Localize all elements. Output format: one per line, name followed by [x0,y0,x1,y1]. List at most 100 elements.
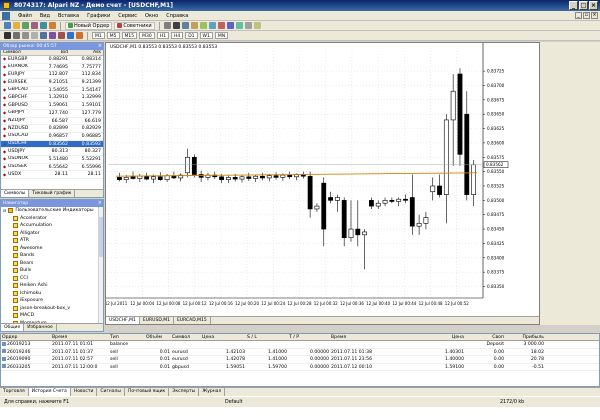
channel-icon[interactable] [49,32,56,39]
candlestick-chart[interactable]: 0.83725 0.83700 0.83675 0.83650 0.83625 0.836… [106,43,539,316]
indicator-item[interactable]: Accelerator [1,215,103,223]
zoom-out-icon[interactable] [199,22,207,29]
chart-shift-icon[interactable] [226,22,234,29]
data-window-icon[interactable] [31,22,38,29]
text-icon[interactable] [67,32,74,39]
timeframe-m1[interactable]: M1 [92,32,105,39]
indicator-item[interactable]: Awesome [1,245,103,253]
column-header[interactable]: Своп [465,334,505,340]
symbol-row[interactable]: ◆ EURJPY 112.807 112.834 [1,71,103,80]
timeframe-m15[interactable]: M15 [121,32,138,39]
new-chart-icon[interactable] [4,22,11,29]
symbol-row[interactable]: ◆ EURSEK 9.21051 9.21399 [1,79,103,87]
navigator-scrollbar[interactable] [98,207,103,324]
timeframe-m30[interactable]: M30 [139,32,155,39]
chart-window-icon[interactable] [2,12,10,20]
indicators-icon[interactable] [235,22,243,29]
chart-tab-eurcad[interactable]: EURCAD,M15 [174,317,211,324]
menu-file[interactable]: Файл [14,13,36,19]
indicator-item[interactable]: Bulls [1,267,103,275]
symbol-row[interactable]: ◆ USDCAD 0.96857 0.96885 [1,133,103,141]
horizontal-line-icon[interactable] [31,32,38,39]
fibonacci-icon[interactable] [58,32,65,39]
column-symbol[interactable]: Символ [1,50,37,55]
timeframe-m5[interactable]: M5 [106,32,120,39]
column-bid[interactable]: Bid [37,50,70,55]
navigator-root[interactable]: ⊟ Пользовательские Индикаторы [1,207,103,215]
column-ask[interactable]: Ask [70,50,103,55]
indicator-item[interactable]: Accumulation [1,222,103,230]
menu-help[interactable]: Справка [162,13,192,19]
symbol-row[interactable]: ◆ EURGBP 0.88291 0.88314 [1,56,103,64]
history-row[interactable]: 26019246 2011.07.11 01:37 sell 0.01 eurusd 1.… [1,349,599,356]
cursor-icon[interactable] [4,32,11,39]
column-header[interactable]: Время [51,334,109,340]
indicator-item[interactable]: Ichimoku [1,290,103,298]
terminal-tab[interactable]: Сигналы [97,388,125,396]
symbol-row[interactable]: ◆ USDNOK 5.51480 5.52291 [1,156,103,164]
line-chart-icon[interactable] [181,22,189,29]
column-header[interactable]: Тип [109,334,145,340]
terminal-tab[interactable]: История Счета [28,388,71,396]
trendline-icon[interactable] [40,32,47,39]
symbol-row[interactable]: ◆ EURNOK 7.74695 7.75777 [1,64,103,72]
close-icon[interactable]: × [98,43,102,50]
menu-window[interactable]: Окно [141,13,162,19]
symbol-row[interactable]: ◆ USDJPY 80.313 80.327 [1,148,103,156]
symbol-row[interactable]: ▲ USDCHF 0.83562 0.83592 [1,140,103,149]
tab-symbols[interactable]: Символы [1,190,30,197]
close-button[interactable]: × [589,1,598,10]
symbol-row[interactable]: ◆ USDX 28.11 28.11 [1,171,103,179]
timeframe-d1[interactable]: D1 [185,32,198,39]
symbol-row[interactable]: ◆ NZDUSD 0.82899 0.82929 [1,125,103,133]
minimize-button[interactable]: _ [569,1,578,10]
symbol-row[interactable]: ◆ GBPJPY 127.740 127.779 [1,110,103,118]
zoom-in-icon[interactable] [190,22,198,29]
tab-favorites[interactable]: Избранное [24,324,57,331]
timeframe-w1[interactable]: W1 [199,32,213,39]
menu-insert[interactable]: Вставка [54,13,83,19]
menu-charts[interactable]: Графики [83,13,114,19]
indicator-item[interactable]: Heiken Ashi [1,282,103,290]
chart-window[interactable]: 0.83725 0.83700 0.83675 0.83650 0.83625 0.836… [105,42,540,325]
menu-tools[interactable]: Сервис [114,13,141,19]
column-header[interactable]: Время [330,334,413,340]
maximize-button[interactable]: □ [579,1,588,10]
bar-chart-icon[interactable] [163,22,171,29]
history-row[interactable]: 26033205 2011.07.11 12:00:0 sell 0.01 gbpusd… [1,364,599,371]
symbol-row[interactable]: ◆ GBPUSD 1.59061 1.59101 [1,102,103,110]
templates-icon[interactable] [253,22,261,29]
menu-view[interactable]: Вид [36,13,54,19]
tile-windows-icon[interactable] [208,22,216,29]
tab-tick-chart[interactable]: Тиковый график [29,190,76,197]
column-header[interactable]: Ордер [1,334,51,340]
indicator-item[interactable]: Alligator [1,230,103,238]
chart-tab-usdchf[interactable]: USDCHF,M1 [106,317,140,324]
symbol-row[interactable]: ◆ NZDJPY 66.587 66.619 [1,118,103,126]
symbol-row[interactable]: ◆ USDSEK 6.55642 6.55996 [1,164,103,172]
column-header[interactable]: Прибыль [505,334,545,340]
column-header[interactable]: Объём [145,334,171,340]
terminal-tab[interactable]: Почтовый ящик [125,388,170,396]
column-header[interactable]: T / P [288,334,330,340]
candlestick-icon[interactable] [172,22,180,29]
mdi-minimize-button[interactable]: _ [575,12,582,19]
tab-common[interactable]: Общие [1,324,25,331]
indicator-item[interactable]: jason-breakout-box_v [1,305,103,313]
indicator-item[interactable]: Bears [1,260,103,268]
terminal-tab[interactable]: Новости [71,388,98,396]
column-header[interactable]: S / L [246,334,288,340]
auto-scroll-icon[interactable] [217,22,225,29]
periods-icon[interactable] [244,22,252,29]
indicator-item[interactable]: iExposure [1,297,103,305]
timeframe-h4[interactable]: H4 [170,32,184,39]
collapse-icon[interactable]: ⊟ [3,207,6,215]
vertical-line-icon[interactable] [22,32,29,39]
indicator-item[interactable]: Bands [1,252,103,260]
mdi-close-button[interactable]: × [591,12,598,19]
terminal-tab[interactable]: Торговля [0,388,29,396]
market-watch-icon[interactable] [22,22,29,29]
close-icon[interactable]: × [98,200,102,207]
timeframe-mn[interactable]: MN [214,32,229,39]
scrollbar-thumb[interactable] [99,217,103,257]
